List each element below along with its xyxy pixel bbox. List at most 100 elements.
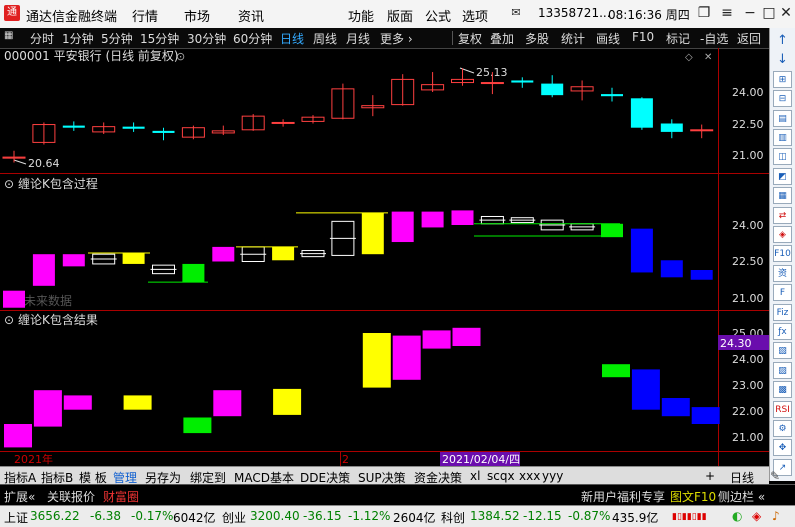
tool-f10[interactable]: F10 (632, 30, 654, 44)
menu-banmian[interactable]: 版面 (387, 6, 413, 25)
related-quote-button[interactable]: 关联报价 (47, 488, 95, 505)
tool-tongji[interactable]: 统计 (561, 30, 585, 47)
chart-area: 000001 平安银行 (日线 前复权) ⊙ ◇ ✕ ⊙ 缠论K包含过程 ⊙ 缠… (0, 48, 769, 466)
pen-icon[interactable]: ✎ (770, 469, 780, 483)
panel-a-icon[interactable]: ▤ (773, 109, 792, 127)
menu-xuanxiang[interactable]: 选项 (462, 6, 488, 25)
process-bar (3, 290, 25, 308)
cy-index-change: -36.15 (303, 509, 342, 523)
window-a-icon[interactable]: ◫ (773, 148, 792, 166)
layout-a-icon[interactable]: ⊞ (773, 70, 792, 88)
grid-b-icon[interactable]: ▦ (773, 187, 792, 205)
menu-gongshi[interactable]: 公式 (425, 6, 451, 25)
settings-icon[interactable]: ⚙ (773, 420, 792, 437)
restore-icon[interactable]: ❐ (693, 3, 715, 23)
fiz-icon[interactable]: Fiz (773, 303, 792, 321)
low-label: 20.64 (28, 157, 60, 170)
alert-icon[interactable]: ◈ (752, 509, 761, 523)
tool-duogu[interactable]: 多股 (525, 30, 549, 47)
axis1-tick-0: 24.00 (732, 86, 764, 99)
move-icon[interactable]: ✥ (773, 439, 792, 457)
period-60min[interactable]: 60分钟 (233, 30, 272, 47)
f10-graphic-button[interactable]: 图文F10 (670, 488, 716, 505)
fx-icon[interactable]: ƒx (773, 323, 792, 340)
layout-b-icon[interactable]: ⊟ (773, 90, 792, 108)
tool-fuquan[interactable]: 复权 (458, 30, 482, 47)
f-icon[interactable]: F (773, 284, 792, 302)
tab-add-icon[interactable]: + (705, 469, 715, 483)
period-monthly[interactable]: 月线 (346, 30, 370, 47)
period-daily[interactable]: 日线 (280, 30, 304, 47)
menu-gongneng[interactable]: 功能 (348, 6, 374, 25)
period-more[interactable]: 更多 › (380, 30, 413, 47)
tool-b-icon[interactable]: ▨ (773, 361, 792, 379)
period-weekly[interactable]: 周线 (313, 30, 337, 47)
window-b-icon[interactable]: ◩ (773, 167, 792, 185)
diamond-b-icon[interactable]: ◈ (773, 226, 792, 243)
account-label[interactable]: 13358721... (538, 6, 611, 20)
period-1min[interactable]: 1分钟 (62, 30, 94, 47)
kc-index-name[interactable]: 科创 (441, 509, 465, 526)
connection-icon[interactable]: ◐ (732, 509, 742, 523)
process-bar (391, 211, 414, 243)
expand-button[interactable]: 扩展« (4, 488, 35, 505)
tool-diejia[interactable]: 叠加 (490, 30, 514, 47)
process-bar (421, 211, 444, 228)
period-30min[interactable]: 30分钟 (187, 30, 226, 47)
candle-body (62, 125, 85, 128)
wealth-circle-button[interactable]: 财富圈 (103, 488, 139, 505)
panel-close-icon[interactable]: ✕ (704, 52, 712, 63)
rsi-icon[interactable]: RSI (773, 400, 792, 418)
period-15min[interactable]: 15分钟 (140, 30, 179, 47)
new-user-promo[interactable]: 新用户福利专享 (581, 488, 665, 505)
axis2-tick-2: 21.00 (732, 292, 764, 305)
result-bar (452, 327, 481, 346)
kline-chart[interactable]: 000001 平安银行 (日线 前复权) ⊙ ◇ ✕ ⊙ 缠论K包含过程 ⊙ 缠… (0, 48, 769, 466)
mail-icon[interactable]: ✉ (505, 3, 527, 23)
diamond-icon[interactable]: ◇ (685, 52, 693, 63)
menu-hangqing[interactable]: 行情 (132, 6, 158, 25)
period-fenshi[interactable]: 分时 (30, 30, 54, 47)
tab-yyy[interactable]: yyy (542, 469, 563, 483)
tool-fanhui[interactable]: 返回 (737, 30, 761, 47)
process-bar (212, 246, 235, 262)
candle-body (122, 126, 145, 129)
sidebar-toggle[interactable]: 侧边栏 « (718, 488, 765, 505)
menu-icon[interactable]: ≡ (716, 3, 738, 23)
cy-index-name[interactable]: 创业 (222, 509, 246, 526)
scroll-down-icon[interactable]: ↓ (773, 51, 792, 68)
sound-icon[interactable]: ♪ (772, 509, 780, 523)
candle-body (660, 123, 683, 132)
result-bar (183, 417, 212, 434)
scroll-up-icon[interactable]: ↑ (773, 32, 792, 49)
tool-a-icon[interactable]: ▧ (773, 342, 792, 360)
sh-index-name[interactable]: 上证 (4, 509, 28, 526)
process-bar (451, 210, 474, 225)
tool-c-icon[interactable]: ▩ (773, 381, 792, 399)
sh-index-value: 3656.22 (30, 509, 80, 523)
tab-xxx[interactable]: xxx (519, 469, 540, 483)
panel2-title-icon[interactable]: ⊙ (4, 177, 14, 191)
date-cursor: 2021/02/04/四 (442, 453, 520, 466)
result-bar (602, 364, 630, 378)
result-bar (213, 390, 242, 417)
panel-b-icon[interactable]: ▥ (773, 129, 792, 146)
swap-icon[interactable]: ⇄ (773, 206, 792, 224)
close-icon[interactable]: ✕ (775, 3, 795, 23)
zi-icon[interactable]: 资 (773, 264, 792, 282)
panel2-title: 缠论K包含过程 (18, 176, 98, 191)
tool-biaoji[interactable]: 标记 (666, 30, 690, 47)
panel3-title-icon[interactable]: ⊙ (4, 313, 14, 327)
tool-zixuan[interactable]: -自选 (700, 30, 728, 47)
period-5min[interactable]: 5分钟 (101, 30, 133, 47)
sh-index-amount: 6042亿 (173, 511, 216, 525)
tab-scqx[interactable]: scqx (487, 469, 515, 483)
tab-xl[interactable]: xl (470, 469, 480, 483)
menu-shichang[interactable]: 市场 (184, 6, 210, 25)
process-bar (32, 254, 55, 286)
header-dropdown-icon[interactable]: ⊙ (176, 50, 185, 63)
grid-icon[interactable]: ▦ (4, 30, 13, 41)
menu-zixun[interactable]: 资讯 (238, 6, 264, 25)
f10-icon[interactable]: F10 (773, 245, 792, 263)
tool-huaxian[interactable]: 画线 (596, 30, 620, 47)
